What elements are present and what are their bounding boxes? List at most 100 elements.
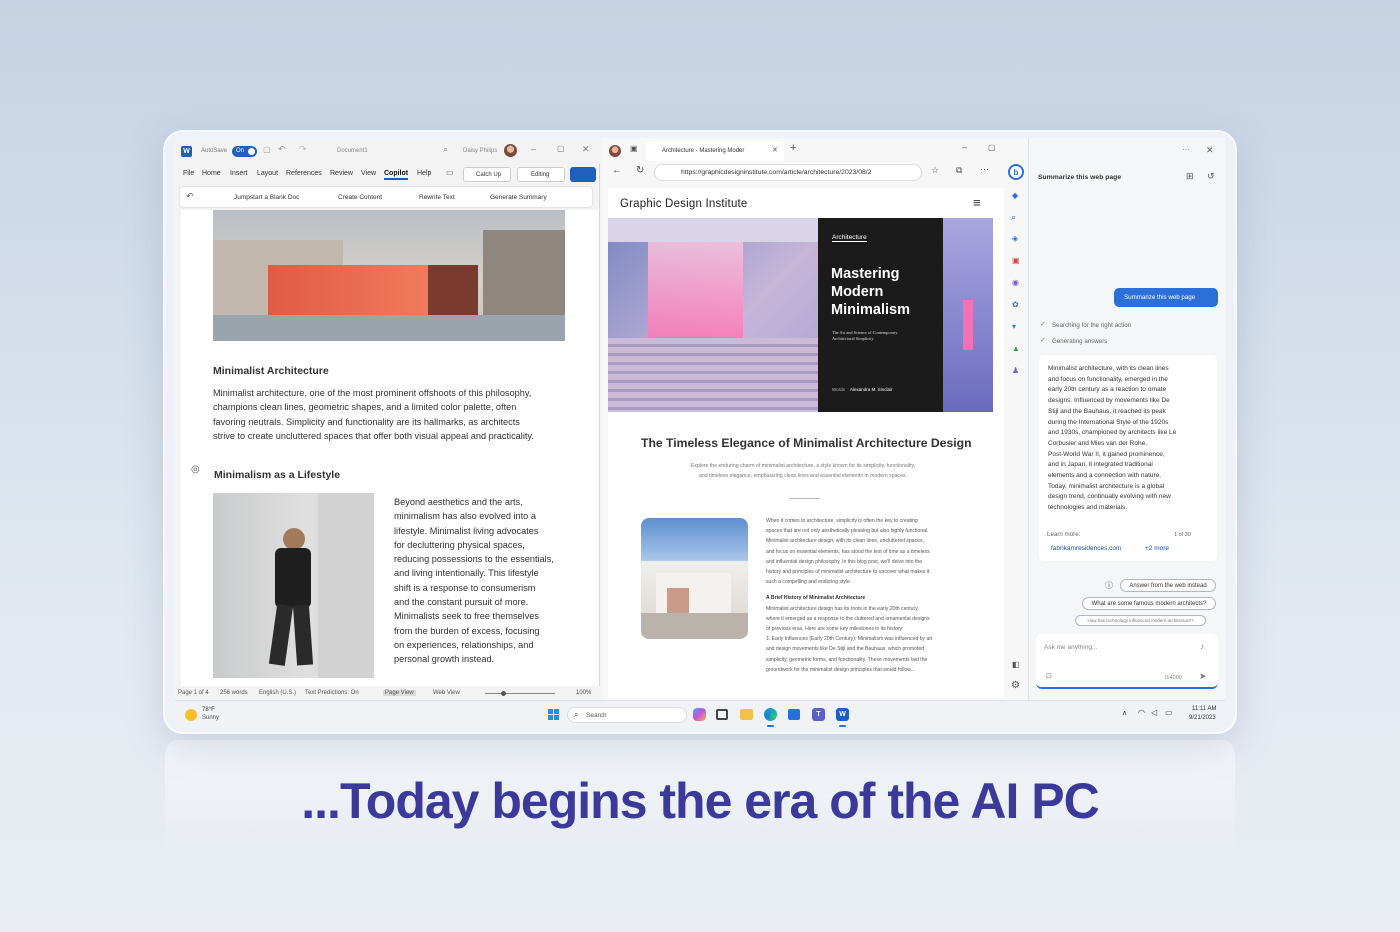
- clock-date[interactable]: 9/21/2023: [1189, 715, 1216, 721]
- status-predictions[interactable]: Text Predictions: On: [305, 690, 359, 696]
- sun-icon[interactable]: [185, 709, 197, 721]
- menu-help[interactable]: Help: [417, 170, 431, 177]
- address-bar[interactable]: https://graphicdesigninstitute.com/artic…: [654, 164, 922, 181]
- menu-references[interactable]: References: [286, 170, 322, 177]
- tab-close-icon[interactable]: ✕: [772, 146, 778, 154]
- menu-view[interactable]: View: [361, 170, 376, 177]
- chevron-up-icon[interactable]: ∧: [1122, 709, 1127, 717]
- word-taskbar-icon[interactable]: W: [836, 708, 849, 721]
- menu-insert[interactable]: Insert: [230, 170, 248, 177]
- weather-temp[interactable]: 78°F: [202, 707, 215, 713]
- site-name[interactable]: Graphic Design Institute: [620, 198, 748, 210]
- create-content-button[interactable]: Create Content: [338, 194, 382, 201]
- copilot-icon[interactable]: b: [1008, 164, 1024, 180]
- history-icon[interactable]: ↺: [1207, 171, 1215, 182]
- status-language[interactable]: English (U.S.): [259, 690, 296, 696]
- jumpstart-button[interactable]: Jumpstart a Blank Doc: [234, 194, 299, 201]
- page-view-button[interactable]: Page View: [383, 690, 416, 696]
- profile-avatar[interactable]: [609, 145, 621, 157]
- help-icon[interactable]: ⓘ: [1105, 580, 1113, 591]
- maximize-icon[interactable]: ▢: [557, 144, 565, 153]
- maximize-icon[interactable]: ▢: [988, 143, 996, 152]
- menu-copilot[interactable]: Copilot: [384, 170, 409, 180]
- web-page[interactable]: Graphic Design Institute ≡ Architecture …: [608, 188, 1004, 698]
- tab-actions-icon[interactable]: ▣: [630, 144, 638, 153]
- avatar[interactable]: [504, 144, 517, 157]
- more-icon[interactable]: ···: [980, 164, 989, 174]
- menu-review[interactable]: Review: [330, 170, 353, 177]
- hero-card: Architecture Mastering Modern Minimalism…: [818, 218, 943, 412]
- split-screen-icon[interactable]: ◧: [1012, 660, 1020, 669]
- undo-icon[interactable]: ↶: [278, 144, 286, 155]
- image-input-icon[interactable]: ⊡: [1046, 672, 1052, 680]
- active-tab[interactable]: Architecture - Mastering Moder ✕: [646, 141, 784, 161]
- menu-home[interactable]: Home: [202, 170, 221, 177]
- share-button[interactable]: [570, 167, 596, 182]
- wifi-icon[interactable]: ◠: [1138, 708, 1145, 717]
- volume-icon[interactable]: ◁: [1151, 708, 1157, 717]
- clock-time[interactable]: 11:11 AM: [1192, 706, 1216, 712]
- back-icon[interactable]: ←: [612, 165, 622, 176]
- source-link[interactable]: fabrikamresidences.com: [1051, 545, 1121, 552]
- task-view-icon[interactable]: [716, 709, 728, 720]
- close-icon[interactable]: ✕: [1206, 145, 1214, 156]
- cart-icon[interactable]: ▾: [1012, 322, 1016, 331]
- more-icon[interactable]: ···: [1182, 145, 1190, 154]
- autosave-toggle[interactable]: On: [232, 146, 257, 157]
- user-name: Daisy Philips: [463, 148, 498, 154]
- taskbar-search[interactable]: ⌕ Search: [567, 707, 687, 723]
- hamburger-icon[interactable]: ≡: [973, 195, 981, 210]
- menu-layout[interactable]: Layout: [257, 170, 278, 177]
- more-sources-link[interactable]: +2 more: [1145, 545, 1169, 552]
- copilot-taskbar-icon[interactable]: [693, 708, 706, 721]
- office-icon[interactable]: ✿: [1012, 300, 1019, 309]
- suggestion-chip[interactable]: Answer from the web instead: [1120, 579, 1216, 592]
- store-icon[interactable]: [788, 709, 800, 720]
- redo-icon[interactable]: ↷: [299, 144, 307, 155]
- search-icon[interactable]: ⌕: [1011, 212, 1016, 223]
- chat-input-box[interactable]: Ask me anything... ♪ ⊡ 0/4000 ➤: [1036, 634, 1218, 689]
- web-view-button[interactable]: Web View: [433, 690, 460, 696]
- status-words: 256 words: [220, 690, 248, 696]
- file-explorer-icon[interactable]: [740, 709, 753, 720]
- people-icon[interactable]: ◉: [1012, 278, 1019, 287]
- refresh-icon[interactable]: ↻: [636, 165, 644, 176]
- undo-icon[interactable]: ↶: [186, 191, 194, 202]
- zoom-slider[interactable]: [485, 691, 555, 696]
- mic-icon[interactable]: ♪: [1200, 642, 1204, 651]
- word-document[interactable]: Minimalist Architecture Minimalist archi…: [181, 210, 599, 686]
- edge-taskbar-icon[interactable]: [764, 708, 777, 721]
- close-icon[interactable]: ✕: [582, 144, 590, 155]
- collections-icon[interactable]: ⧉: [956, 165, 962, 176]
- copilot-margin-icon[interactable]: ◎: [191, 464, 200, 475]
- zoom-thumb[interactable]: [501, 691, 506, 696]
- minimize-icon[interactable]: –: [962, 142, 967, 152]
- teams-icon[interactable]: T: [812, 708, 825, 721]
- shopping-icon[interactable]: ◈: [1012, 234, 1018, 243]
- send-icon[interactable]: ➤: [1199, 671, 1207, 682]
- catch-up-button[interactable]: Catch Up: [463, 167, 511, 182]
- tools-icon[interactable]: ▣: [1012, 256, 1020, 265]
- suggestion-chip[interactable]: What are some famous modern architects?: [1082, 597, 1216, 610]
- new-topic-icon[interactable]: ⊞: [1186, 171, 1194, 182]
- comment-icon[interactable]: ▭: [446, 168, 454, 177]
- bell-icon[interactable]: ◆: [1012, 191, 1018, 200]
- suggestion-chip[interactable]: How has technology influenced modern arc…: [1075, 615, 1206, 626]
- start-icon[interactable]: [548, 709, 559, 720]
- word-menubar: File Home Insert Layout References Revie…: [175, 164, 600, 186]
- games-icon[interactable]: ♟: [1012, 366, 1019, 375]
- minimize-icon[interactable]: –: [531, 144, 536, 154]
- hero-image-right: [943, 218, 993, 412]
- favorites-icon[interactable]: ☆: [931, 165, 939, 176]
- battery-icon[interactable]: ▭: [1165, 708, 1173, 717]
- generate-summary-button[interactable]: Generate Summary: [490, 194, 547, 201]
- settings-icon[interactable]: ⚙: [1011, 680, 1020, 691]
- rewrite-text-button[interactable]: Rewrite Text: [419, 194, 455, 201]
- editing-button[interactable]: Editing: [517, 167, 565, 182]
- save-icon[interactable]: ▢: [263, 145, 271, 154]
- tree-icon[interactable]: ▲: [1012, 344, 1020, 353]
- doc-name[interactable]: Document1: [337, 148, 368, 154]
- new-tab-icon[interactable]: +: [790, 142, 796, 154]
- menu-file[interactable]: File: [183, 170, 194, 177]
- search-icon[interactable]: ⌕: [443, 144, 448, 155]
